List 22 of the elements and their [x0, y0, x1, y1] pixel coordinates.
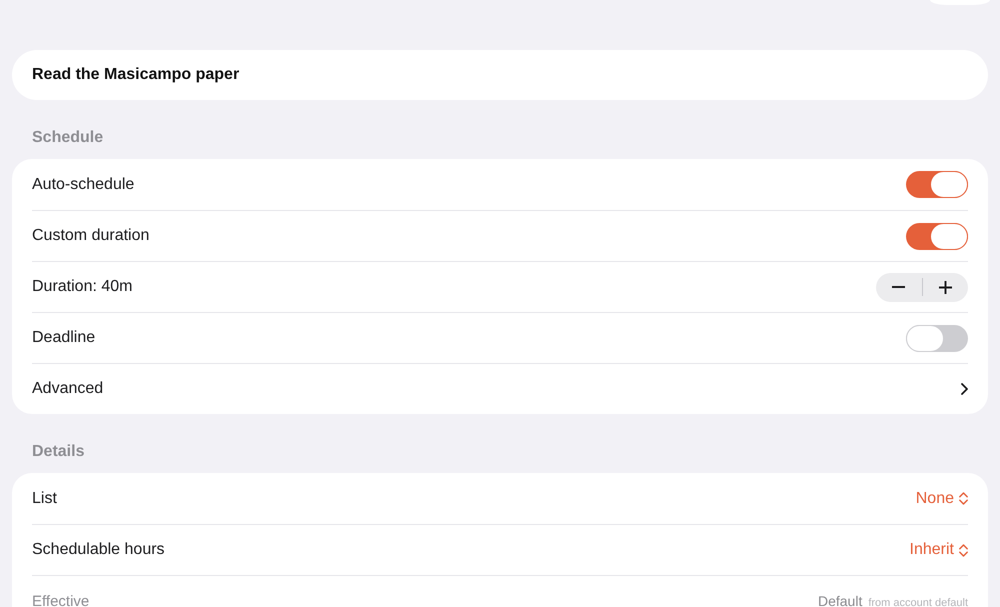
setting-label: Auto-schedule [32, 176, 134, 194]
setting-note: from account default [868, 597, 968, 607]
setting-label: List [32, 490, 57, 508]
chevron-up-down-icon [959, 544, 968, 556]
plus-icon [938, 280, 952, 294]
setting-label: Deadline [32, 329, 96, 347]
setting-value: Default [818, 593, 862, 607]
setting-label: Custom duration [32, 227, 150, 245]
setting-label: Schedulable hours [32, 541, 165, 559]
section-header: Details [32, 442, 84, 462]
chevron-right-icon [961, 383, 968, 395]
duration-stepper[interactable] [876, 272, 968, 302]
toggle-switch[interactable] [906, 222, 968, 250]
toggle-switch[interactable] [906, 324, 968, 352]
task-title-field[interactable]: Read the Masicampo paper [12, 50, 988, 100]
setting-label: Effective [32, 592, 90, 607]
toggle-switch[interactable] [906, 171, 968, 198]
setting-label: Duration: 40m [32, 278, 132, 296]
minus-icon [892, 286, 906, 288]
section-header: Schedule [32, 128, 104, 148]
advanced-row[interactable]: Advanced [32, 363, 968, 414]
chevron-up-down-icon [959, 492, 968, 505]
